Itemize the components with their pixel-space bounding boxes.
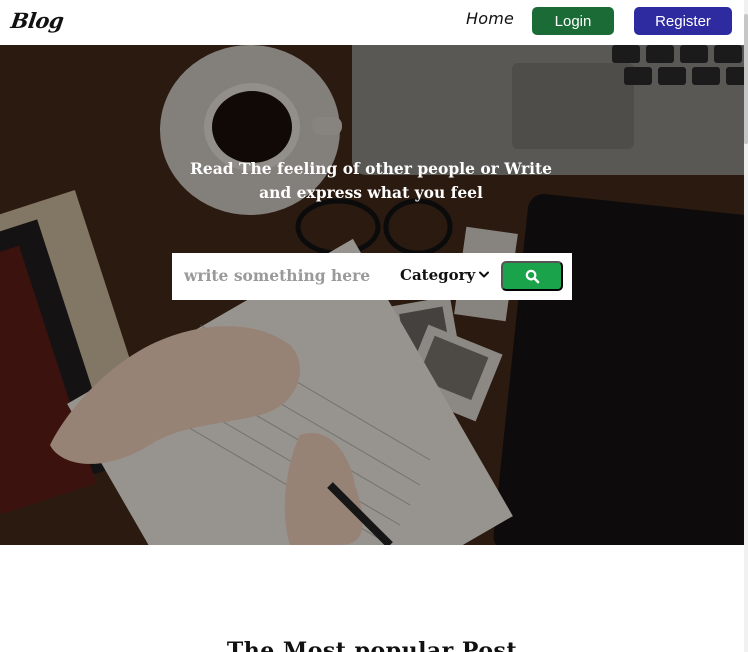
scrollbar-thumb[interactable] — [744, 14, 748, 144]
section-title: The Most popular Post — [226, 638, 518, 652]
category-label: Category — [400, 266, 476, 284]
search-button[interactable] — [501, 261, 563, 291]
chevron-down-icon — [479, 271, 490, 278]
nav-link-home[interactable]: Home — [466, 9, 514, 28]
search-icon — [525, 269, 539, 283]
search-bar: Category — [172, 253, 572, 300]
register-button[interactable]: Register — [634, 7, 732, 35]
search-input[interactable] — [184, 263, 384, 289]
hero-tagline: Read The feeling of other people or Writ… — [189, 159, 553, 202]
hero-section: Read The feeling of other people or Writ… — [0, 45, 744, 545]
brand-logo[interactable]: Blog — [9, 8, 65, 33]
login-button[interactable]: Login — [532, 7, 614, 35]
category-dropdown[interactable]: Category — [400, 266, 490, 284]
navbar: Blog Home Login Register — [0, 0, 744, 45]
scrollbar[interactable] — [744, 0, 748, 652]
